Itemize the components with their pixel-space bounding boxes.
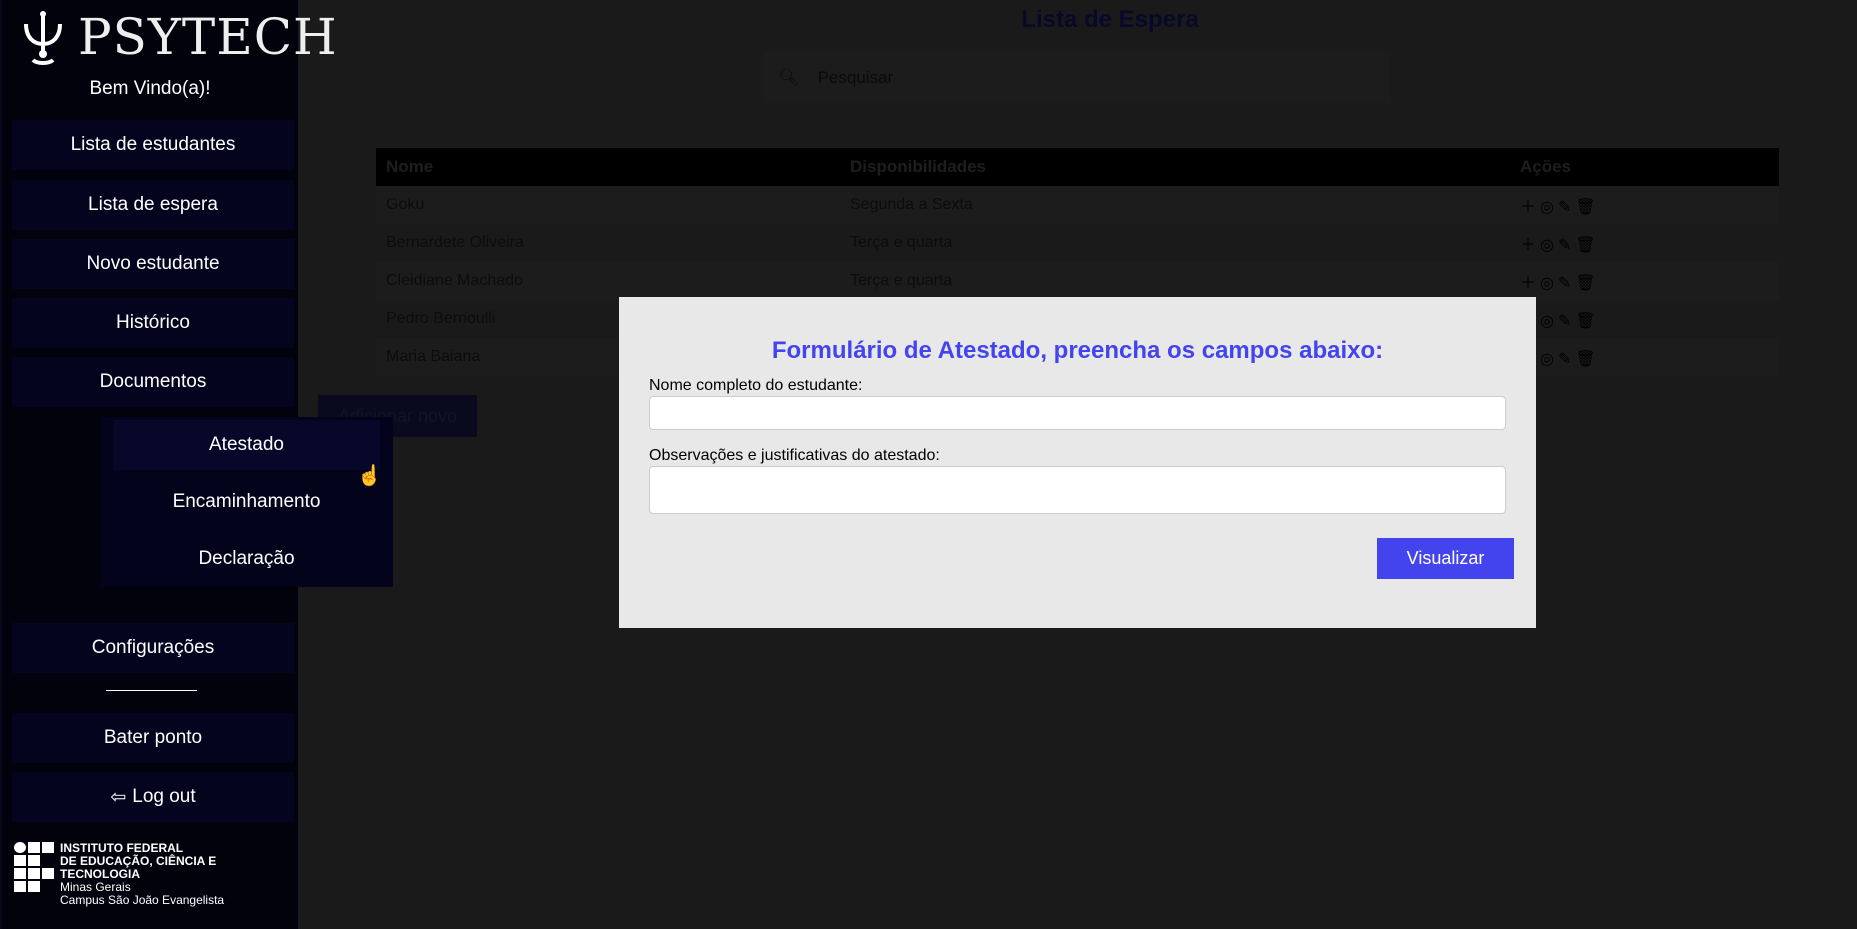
whatsapp-icon[interactable]: ◎ (1540, 237, 1554, 254)
search-bar[interactable]: 🔍︎ Pesquisar (764, 52, 1391, 103)
whatsapp-icon[interactable]: ◎ (1540, 275, 1554, 292)
cell-nome: Cleidiane Machado (376, 262, 840, 300)
edit-icon[interactable]: ✎ (1558, 237, 1571, 254)
institution-line3: Minas Gerais (60, 880, 131, 894)
cell-acoes: ＋◎✎🗑︎ (1510, 262, 1779, 300)
hand-cursor-icon: ☝ (357, 465, 382, 487)
cell-disponibilidades: Terça e quarta (840, 224, 1510, 262)
welcome-text: Bem Vindo(a)! (89, 78, 211, 99)
header-disponibilidades: Disponibilidades (840, 148, 1510, 186)
psytech-logo: PSYTECH (14, 8, 338, 66)
cell-acoes: ＋◎✎🗑︎ (1510, 186, 1779, 224)
cell-acoes: ＋◎✎🗑︎ (1510, 338, 1779, 376)
sidebar-item-novo-estudante[interactable]: Novo estudante (12, 239, 294, 289)
page-title: Lista de Espera (1021, 6, 1199, 33)
edit-icon[interactable]: ✎ (1558, 199, 1571, 216)
edit-icon[interactable]: ✎ (1558, 351, 1571, 368)
sidebar-item-documentos[interactable]: Documentos (12, 357, 294, 407)
search-icon: 🔍︎ (778, 67, 800, 87)
divider (106, 690, 197, 691)
name-label: Nome completo do estudante: (649, 377, 863, 394)
cell-disponibilidades: Segunda a Sexta (840, 186, 1510, 224)
atestado-modal: Formulário de Atestado, preencha os camp… (619, 297, 1536, 628)
table-row: Bernardete Oliveira Terça e quarta ＋ ◎ ✎ 🗑︎ (376, 224, 1779, 262)
table-row: Cleidiane Machado Terça e quarta ＋ ◎ ✎ 🗑︎ (376, 262, 1779, 300)
psi-logo-icon (24, 11, 62, 65)
sidebar-item-lista-estudantes[interactable]: Lista de estudantes (12, 120, 294, 170)
dropdown-item-encaminhamento[interactable]: Encaminhamento (113, 477, 380, 527)
logout-button[interactable]: ⇦ Log out (12, 772, 294, 822)
trash-icon[interactable]: 🗑︎ (1575, 237, 1595, 254)
sidebar-item-historico[interactable]: Histórico (12, 298, 294, 348)
dropdown-item-declaracao[interactable]: Declaração (113, 534, 380, 584)
cell-nome: Bernardete Oliveira (376, 224, 840, 262)
if-grid-icon (14, 842, 54, 907)
institution-line2: DE EDUCAÇÃO, CIÊNCIA E TECNOLOGIA (60, 854, 217, 881)
institution-logo: INSTITUTO FEDERAL DE EDUCAÇÃO, CIÊNCIA E… (14, 842, 298, 907)
add-icon[interactable]: ＋ (1520, 237, 1536, 254)
brand-name: PSYTECH (78, 8, 338, 66)
institution-line1: INSTITUTO FEDERAL (60, 841, 184, 855)
whatsapp-icon[interactable]: ◎ (1540, 313, 1554, 330)
visualizar-button[interactable]: Visualizar (1377, 538, 1514, 579)
whatsapp-icon[interactable]: ◎ (1540, 199, 1554, 216)
header-acoes: Ações (1510, 148, 1779, 186)
sidebar-item-configuracoes[interactable]: Configurações (12, 623, 294, 673)
cell-nome: Goku (376, 186, 840, 224)
cell-acoes: ＋◎✎🗑︎ (1510, 300, 1779, 338)
cell-disponibilidades: Terça e quarta (840, 262, 1510, 300)
observations-textarea[interactable] (649, 466, 1506, 514)
table-row: Goku Segunda a Sexta ＋ ◎ ✎ 🗑︎ (376, 186, 1779, 224)
documents-dropdown: Atestado Encaminhamento Declaração (101, 417, 393, 587)
edit-icon[interactable]: ✎ (1558, 275, 1571, 292)
add-icon[interactable]: ＋ (1520, 199, 1536, 216)
edit-icon[interactable]: ✎ (1558, 313, 1571, 330)
header-nome: Nome (376, 148, 840, 186)
dropdown-item-atestado[interactable]: Atestado (113, 420, 380, 470)
whatsapp-icon[interactable]: ◎ (1540, 351, 1554, 368)
cell-acoes: ＋◎✎🗑︎ (1510, 224, 1779, 262)
trash-icon[interactable]: 🗑︎ (1575, 351, 1595, 368)
sidebar-item-lista-espera[interactable]: Lista de espera (12, 180, 294, 230)
student-name-input[interactable] (649, 396, 1506, 430)
logout-icon: ⇦ (110, 786, 127, 808)
search-input[interactable]: Pesquisar (818, 68, 894, 88)
modal-title: Formulário de Atestado, preencha os camp… (771, 337, 1384, 364)
logout-label: Log out (132, 786, 196, 807)
institution-line4: Campus São João Evangelista (60, 893, 225, 907)
observations-label: Observações e justificativas do atestado… (649, 447, 940, 464)
trash-icon[interactable]: 🗑︎ (1575, 275, 1595, 292)
add-icon[interactable]: ＋ (1520, 275, 1536, 292)
trash-icon[interactable]: 🗑︎ (1575, 313, 1595, 330)
trash-icon[interactable]: 🗑︎ (1575, 199, 1595, 216)
sidebar-item-bater-ponto[interactable]: Bater ponto (12, 713, 294, 763)
